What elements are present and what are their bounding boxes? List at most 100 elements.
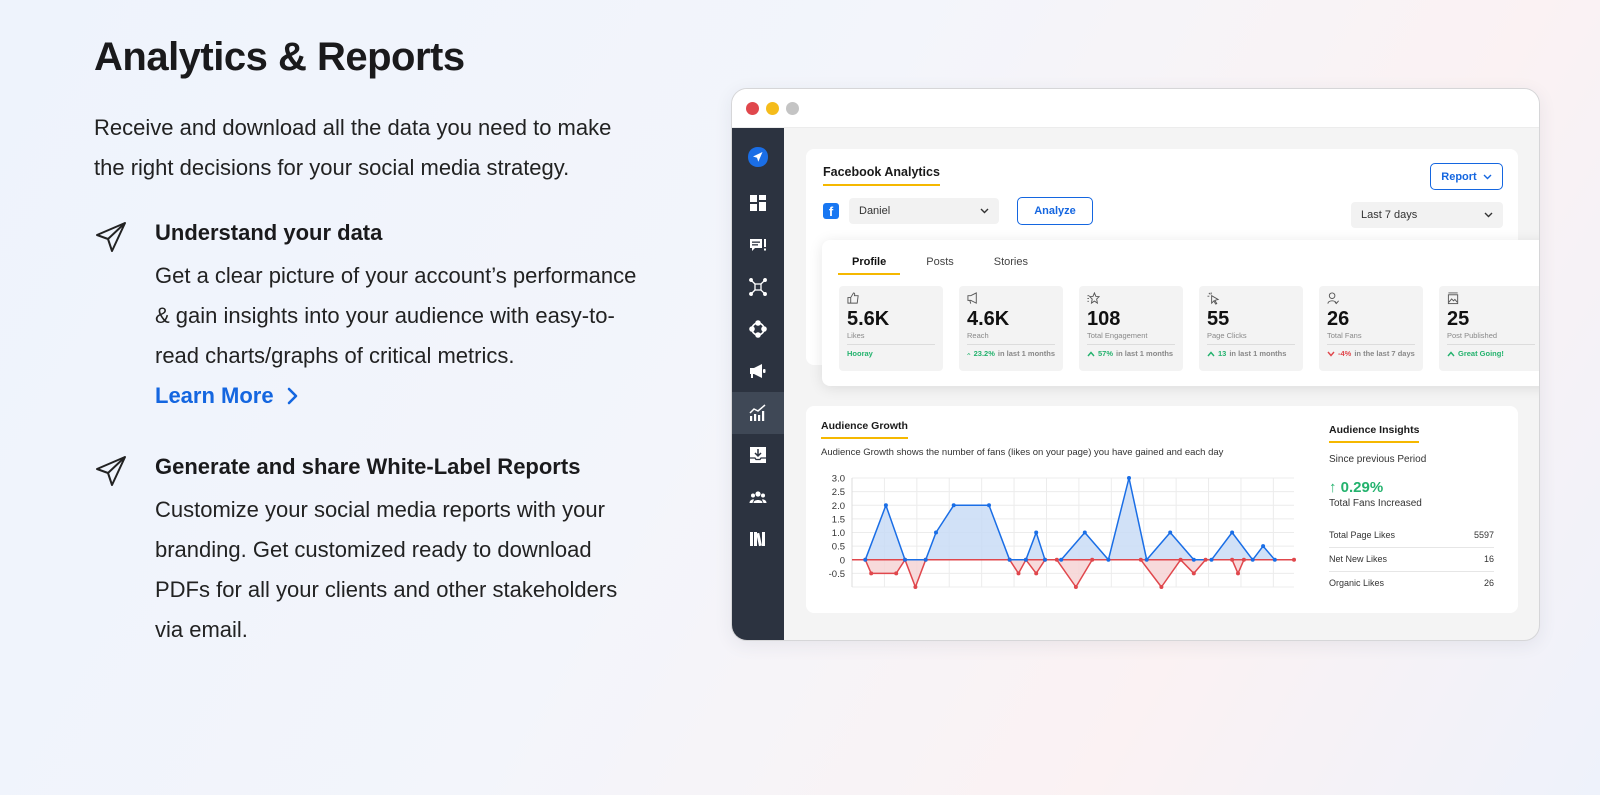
data-point-gained bbox=[1168, 530, 1173, 535]
account-select-value: Daniel bbox=[859, 205, 891, 217]
audience-growth-description: Audience Growth shows the number of fans… bbox=[821, 447, 1224, 458]
insights-row-label: Total Page Likes bbox=[1329, 530, 1396, 540]
team-icon bbox=[749, 491, 767, 503]
insights-row: Total Page Likes 5597 bbox=[1329, 524, 1494, 548]
data-point-lost bbox=[1191, 571, 1196, 576]
audience-growth-chart: 3.0 2.5 2.0 1.5 1.0 0.5 0 -0.5 bbox=[816, 466, 1306, 591]
data-point-lost bbox=[869, 571, 874, 576]
data-point-lost bbox=[1236, 571, 1240, 576]
insights-row-value: 26 bbox=[1483, 578, 1494, 588]
trend-up-icon bbox=[1207, 350, 1215, 356]
data-point-gained bbox=[1250, 557, 1255, 562]
data-point-lost bbox=[1159, 585, 1164, 589]
stat-trend: Great Going! bbox=[1447, 349, 1535, 358]
stat-trend-suffix: in the last 7 days bbox=[1354, 349, 1415, 358]
data-point-gained bbox=[1209, 557, 1214, 562]
report-button[interactable]: Report bbox=[1430, 163, 1503, 190]
data-point-gained bbox=[1127, 476, 1131, 480]
maximize-window-button[interactable] bbox=[786, 101, 799, 115]
y-tick-label: 1.5 bbox=[832, 514, 845, 525]
close-window-button[interactable] bbox=[746, 101, 759, 115]
window-titlebar bbox=[732, 89, 1539, 128]
trend-up-icon bbox=[1447, 350, 1455, 356]
brand-logo-icon bbox=[748, 147, 768, 167]
facebook-logo-icon: f bbox=[823, 203, 839, 219]
stat-label: Total Fans bbox=[1327, 331, 1362, 340]
learn-more-label: Learn More bbox=[155, 383, 274, 408]
paper-plane-icon bbox=[96, 222, 126, 252]
date-range-value: Last 7 days bbox=[1361, 209, 1418, 221]
library-icon bbox=[750, 532, 765, 547]
stat-trend-suffix: in last 1 months bbox=[1116, 349, 1174, 358]
inbox-download-icon bbox=[750, 447, 766, 463]
data-point-lost bbox=[1054, 557, 1059, 562]
learn-more-link[interactable]: Learn More bbox=[155, 376, 298, 416]
y-tick-label: 1.0 bbox=[832, 528, 845, 539]
image-icon bbox=[1447, 292, 1459, 305]
sidebar-item-downloads[interactable] bbox=[732, 434, 784, 476]
stat-trend-highlight: Hooray bbox=[847, 349, 873, 358]
insights-row-value: 16 bbox=[1483, 554, 1494, 564]
stat-trend-highlight: 23.2% bbox=[973, 349, 995, 358]
analyze-button[interactable]: Analyze bbox=[1017, 197, 1093, 225]
stat-card-total-engagement: 108 Total Engagement 57% in last 1 months bbox=[1079, 286, 1183, 371]
app-logo[interactable] bbox=[732, 132, 784, 182]
sidebar-item-campaigns[interactable] bbox=[732, 350, 784, 392]
sidebar-item-messages[interactable] bbox=[732, 224, 784, 266]
stat-card-likes: 5.6K Likes Hooray bbox=[839, 286, 943, 371]
sidebar-item-analytics[interactable] bbox=[732, 392, 784, 434]
facebook-analytics-title: Facebook Analytics bbox=[823, 165, 940, 186]
sidebar-item-network[interactable] bbox=[732, 266, 784, 308]
data-point-lost bbox=[1073, 585, 1078, 589]
data-point-gained bbox=[863, 557, 868, 562]
data-point-gained bbox=[1230, 530, 1235, 535]
insights-row: Net New Likes 16 bbox=[1329, 548, 1494, 572]
user-check-icon bbox=[1327, 292, 1339, 305]
stat-divider bbox=[847, 344, 935, 345]
data-point-lost bbox=[894, 571, 899, 576]
sidebar-item-team[interactable] bbox=[732, 476, 784, 518]
app-window: Facebook Analytics Report f Daniel Analy… bbox=[731, 88, 1540, 641]
y-tick-label: 0 bbox=[840, 555, 845, 566]
date-range-select[interactable]: Last 7 days bbox=[1351, 202, 1503, 228]
data-point-gained bbox=[1272, 557, 1277, 562]
audience-insights-title: Audience Insights bbox=[1329, 424, 1420, 443]
stat-trend-highlight: Great Going! bbox=[1458, 349, 1504, 358]
tab-posts[interactable]: Posts bbox=[912, 256, 968, 275]
network-icon bbox=[749, 278, 767, 296]
data-point-gained bbox=[934, 530, 938, 535]
sidebar-item-library[interactable] bbox=[732, 518, 784, 560]
insights-subtitle: Since previous Period bbox=[1329, 454, 1427, 465]
fans-change-value: ↑ 0.29% bbox=[1329, 479, 1384, 496]
account-select[interactable]: Daniel bbox=[849, 198, 999, 224]
stats-row: 5.6K Likes Hooray 4.6K Reach 23.2% in last 1 … bbox=[839, 286, 1539, 371]
feature-title: Understand your data bbox=[155, 220, 383, 245]
profile-tabs: Profile Posts Stories bbox=[838, 256, 1054, 275]
tab-stories[interactable]: Stories bbox=[980, 256, 1042, 275]
tab-profile[interactable]: Profile bbox=[838, 256, 901, 275]
stat-value: 25 bbox=[1447, 308, 1470, 330]
data-point-gained bbox=[987, 503, 991, 508]
app-sidebar bbox=[732, 128, 784, 640]
stat-label: Likes bbox=[847, 331, 865, 340]
insights-row-label: Net New Likes bbox=[1329, 554, 1388, 564]
profile-stats-card: Profile Posts Stories 5.6K Likes Hooray 4.6… bbox=[822, 240, 1539, 386]
data-point-gained bbox=[1082, 530, 1087, 535]
data-point-gained bbox=[1144, 557, 1149, 562]
data-point-lost bbox=[1241, 557, 1246, 562]
dashboard-icon bbox=[750, 195, 766, 211]
minimize-window-button[interactable] bbox=[766, 101, 779, 115]
stat-trend-suffix: in last 1 months bbox=[997, 349, 1055, 358]
feature-body: Customize your social media reports with… bbox=[155, 497, 618, 642]
stat-card-post-published: 25 Post Published Great Going! bbox=[1439, 286, 1539, 371]
data-point-gained bbox=[1023, 557, 1028, 562]
sidebar-item-connections[interactable] bbox=[732, 308, 784, 350]
stat-trend-highlight: -4% bbox=[1338, 349, 1352, 358]
stat-value: 108 bbox=[1087, 308, 1121, 330]
stat-card-total-fans: 26 Total Fans -4% in the last 7 days bbox=[1319, 286, 1423, 371]
audience-growth-title: Audience Growth bbox=[821, 420, 908, 439]
stat-value: 55 bbox=[1207, 308, 1230, 330]
sidebar-item-dashboard[interactable] bbox=[732, 182, 784, 224]
stat-divider bbox=[1207, 344, 1295, 345]
page-title: Analytics & Reports bbox=[94, 35, 465, 79]
